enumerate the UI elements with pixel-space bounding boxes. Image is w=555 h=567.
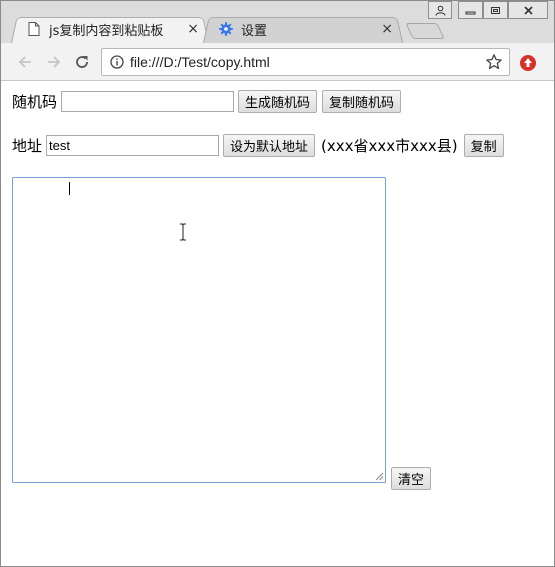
back-button[interactable] — [15, 52, 35, 72]
new-tab-button[interactable] — [405, 23, 445, 39]
document-icon — [27, 22, 41, 36]
address-format-hint: (xxx省xxx市xxx县) — [321, 137, 458, 155]
reload-icon — [76, 56, 88, 68]
tab-title: 设置 — [241, 23, 268, 39]
restore-icon — [491, 6, 500, 14]
text-caret — [69, 182, 70, 195]
browser-window: js复制内容到粘贴板 × 设置 × file:///D:/Test/copy.h… — [0, 0, 555, 567]
info-icon[interactable] — [110, 55, 124, 69]
address-input[interactable] — [46, 135, 220, 156]
minimize-button[interactable] — [458, 1, 483, 19]
user-profile-button[interactable] — [428, 1, 452, 19]
tab-title: js复制内容到粘贴板 — [49, 23, 164, 39]
random-code-row: 随机码 生成随机码 复制随机码 — [12, 90, 402, 113]
address-url-text[interactable]: file:///D:/Test/copy.html — [130, 54, 270, 70]
copy-random-code-button[interactable]: 复制随机码 — [322, 90, 402, 113]
restore-button[interactable] — [483, 1, 508, 19]
close-window-button[interactable] — [508, 1, 548, 19]
random-code-label: 随机码 — [12, 93, 58, 111]
paste-textarea[interactable] — [12, 177, 386, 483]
tab-strip: js复制内容到粘贴板 × 设置 × — [1, 1, 554, 43]
tab-content: 设置 — [203, 15, 403, 43]
close-icon — [523, 5, 533, 15]
address-bar[interactable]: file:///D:/Test/copy.html — [101, 48, 510, 76]
generate-random-code-button[interactable]: 生成随机码 — [238, 90, 318, 113]
tab-settings[interactable]: 设置 × — [203, 15, 403, 43]
set-default-address-button[interactable]: 设为默认地址 — [223, 134, 316, 157]
copy-address-button[interactable]: 复制 — [463, 134, 504, 157]
tab-close-button[interactable]: × — [187, 21, 199, 37]
random-code-input[interactable] — [61, 91, 235, 112]
address-row: 地址 设为默认地址 (xxx省xxx市xxx县) 复制 — [12, 134, 504, 157]
extension-upload-icon[interactable] — [518, 53, 538, 73]
address-label: 地址 — [12, 137, 43, 155]
reload-button[interactable] — [72, 52, 92, 72]
tab-copy-page[interactable]: js复制内容到粘贴板 × — [11, 15, 209, 43]
minimize-icon — [465, 11, 476, 14]
settings-gear-icon — [219, 22, 233, 36]
forward-button[interactable] — [44, 52, 64, 72]
ibeam-cursor-icon — [180, 223, 186, 241]
arrow-left-icon — [18, 56, 31, 68]
clear-button[interactable]: 清空 — [391, 467, 432, 490]
browser-toolbar: file:///D:/Test/copy.html — [1, 43, 554, 81]
bookmark-star-icon[interactable] — [485, 53, 503, 71]
user-icon — [435, 5, 445, 16]
resize-grip-icon[interactable] — [374, 471, 384, 481]
tab-close-button[interactable]: × — [381, 21, 393, 37]
tab-content: js复制内容到粘贴板 — [11, 15, 209, 43]
page-content: 随机码 生成随机码 复制随机码 地址 设为默认地址 (xxx省xxx市xxx县)… — [1, 81, 554, 566]
arrow-right-icon — [48, 56, 61, 68]
